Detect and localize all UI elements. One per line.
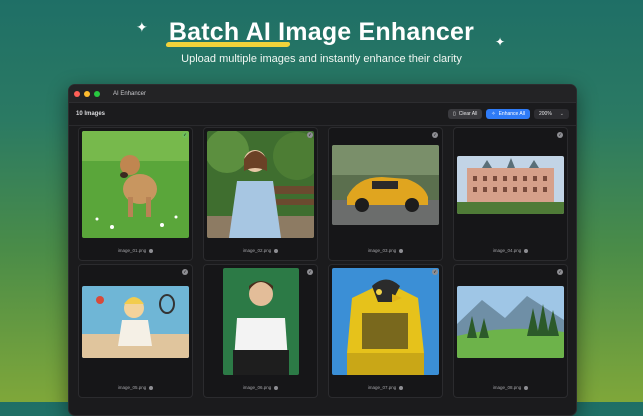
zoom-select[interactable]: 200% ⌄: [534, 109, 569, 119]
info-icon[interactable]: [149, 248, 154, 253]
image-count: 10 Images: [76, 111, 106, 117]
zoom-value: 200%: [539, 111, 552, 117]
sparkle-icon: ✦: [136, 19, 148, 35]
file-name-text: image_08.png: [492, 385, 522, 390]
status-badge: ✓: [307, 269, 313, 275]
status-badge: ✓: [182, 269, 188, 275]
image-thumbnail[interactable]: [457, 268, 564, 375]
file-name-text: image_01.png: [117, 248, 147, 253]
status-badge: ✓: [307, 132, 313, 138]
image-thumbnail[interactable]: [82, 131, 189, 238]
dog-image: [82, 131, 189, 238]
info-icon[interactable]: [399, 385, 404, 390]
woman-bench-image: [207, 131, 314, 238]
trash-icon: ▯: [452, 111, 456, 117]
file-name: image_04.png: [454, 248, 567, 253]
image-card[interactable]: ✓ image_03.png: [328, 127, 443, 261]
file-name: image_01.png: [79, 248, 192, 253]
title-bar: AI Enhancer: [69, 85, 576, 103]
hotel-building-image: [457, 155, 564, 214]
clear-all-label: Clear All: [458, 111, 478, 117]
info-icon[interactable]: [149, 385, 154, 390]
image-card[interactable]: ✓ image_08.png: [453, 264, 568, 398]
toolbar: 10 Images ▯ Clear All ✧ Enhance All 200%…: [69, 103, 576, 126]
file-name: image_02.png: [204, 248, 317, 253]
file-name: image_03.png: [329, 248, 442, 253]
app-window: AI Enhancer 10 Images ▯ Clear All ✧ Enha…: [68, 84, 577, 416]
file-name: image_08.png: [454, 385, 567, 390]
file-name-text: image_03.png: [367, 248, 397, 253]
info-icon[interactable]: [274, 385, 279, 390]
image-card[interactable]: ✓ image_06.png: [203, 264, 318, 398]
image-thumbnail[interactable]: [82, 268, 189, 375]
image-card[interactable]: ✓ image_05.png: [78, 264, 193, 398]
file-name-text: image_04.png: [492, 248, 522, 253]
anime-tennis-image: [82, 285, 189, 358]
enhance-all-label: Enhance All: [498, 111, 525, 117]
file-name-text: image_02.png: [242, 248, 272, 253]
hero-title: Batch AI Image Enhancer: [0, 18, 643, 47]
status-badge: ✓: [557, 132, 563, 138]
info-icon[interactable]: [524, 385, 529, 390]
image-thumbnail[interactable]: [332, 131, 439, 238]
file-name-text: image_06.png: [242, 385, 272, 390]
image-card[interactable]: ✓ image_02.png: [203, 127, 318, 261]
enhance-all-button[interactable]: ✧ Enhance All: [486, 109, 530, 119]
info-icon[interactable]: [524, 248, 529, 253]
mountain-meadow-image: [457, 285, 564, 358]
young-man-image: [222, 268, 299, 375]
sports-car-image: [332, 144, 439, 225]
file-name: image_07.png: [329, 385, 442, 390]
image-thumbnail[interactable]: [332, 268, 439, 375]
file-name: image_05.png: [79, 385, 192, 390]
sparkles-icon: ✧: [491, 111, 496, 117]
file-name: image_06.png: [204, 385, 317, 390]
image-thumbnail[interactable]: [457, 131, 564, 238]
maximize-window-button[interactable]: [94, 90, 100, 97]
status-badge: ✓: [432, 269, 438, 275]
image-card[interactable]: ✓ image_04.png: [453, 127, 568, 261]
robot-eagle-image: [332, 268, 439, 375]
sparkle-icon: ✦: [495, 35, 506, 49]
close-window-button[interactable]: [74, 90, 80, 97]
status-badge: ✓: [182, 132, 188, 138]
file-name-text: image_05.png: [117, 385, 147, 390]
title-underline: [165, 42, 291, 47]
image-card[interactable]: ✓ image_07.png: [328, 264, 443, 398]
info-icon[interactable]: [274, 248, 279, 253]
info-icon[interactable]: [399, 248, 404, 253]
minimize-window-button[interactable]: [84, 90, 90, 97]
image-thumbnail[interactable]: [207, 268, 314, 375]
window-title: AI Enhancer: [113, 90, 147, 97]
clear-all-button[interactable]: ▯ Clear All: [447, 109, 483, 119]
status-badge: ✓: [432, 132, 438, 138]
image-card[interactable]: ✓ image_01.png: [78, 127, 193, 261]
image-thumbnail[interactable]: [207, 131, 314, 238]
hero-subtitle: Upload multiple images and instantly enh…: [181, 53, 462, 65]
chevron-down-icon: ⌄: [559, 111, 564, 117]
status-badge: ✓: [557, 269, 563, 275]
file-name-text: image_07.png: [367, 385, 397, 390]
